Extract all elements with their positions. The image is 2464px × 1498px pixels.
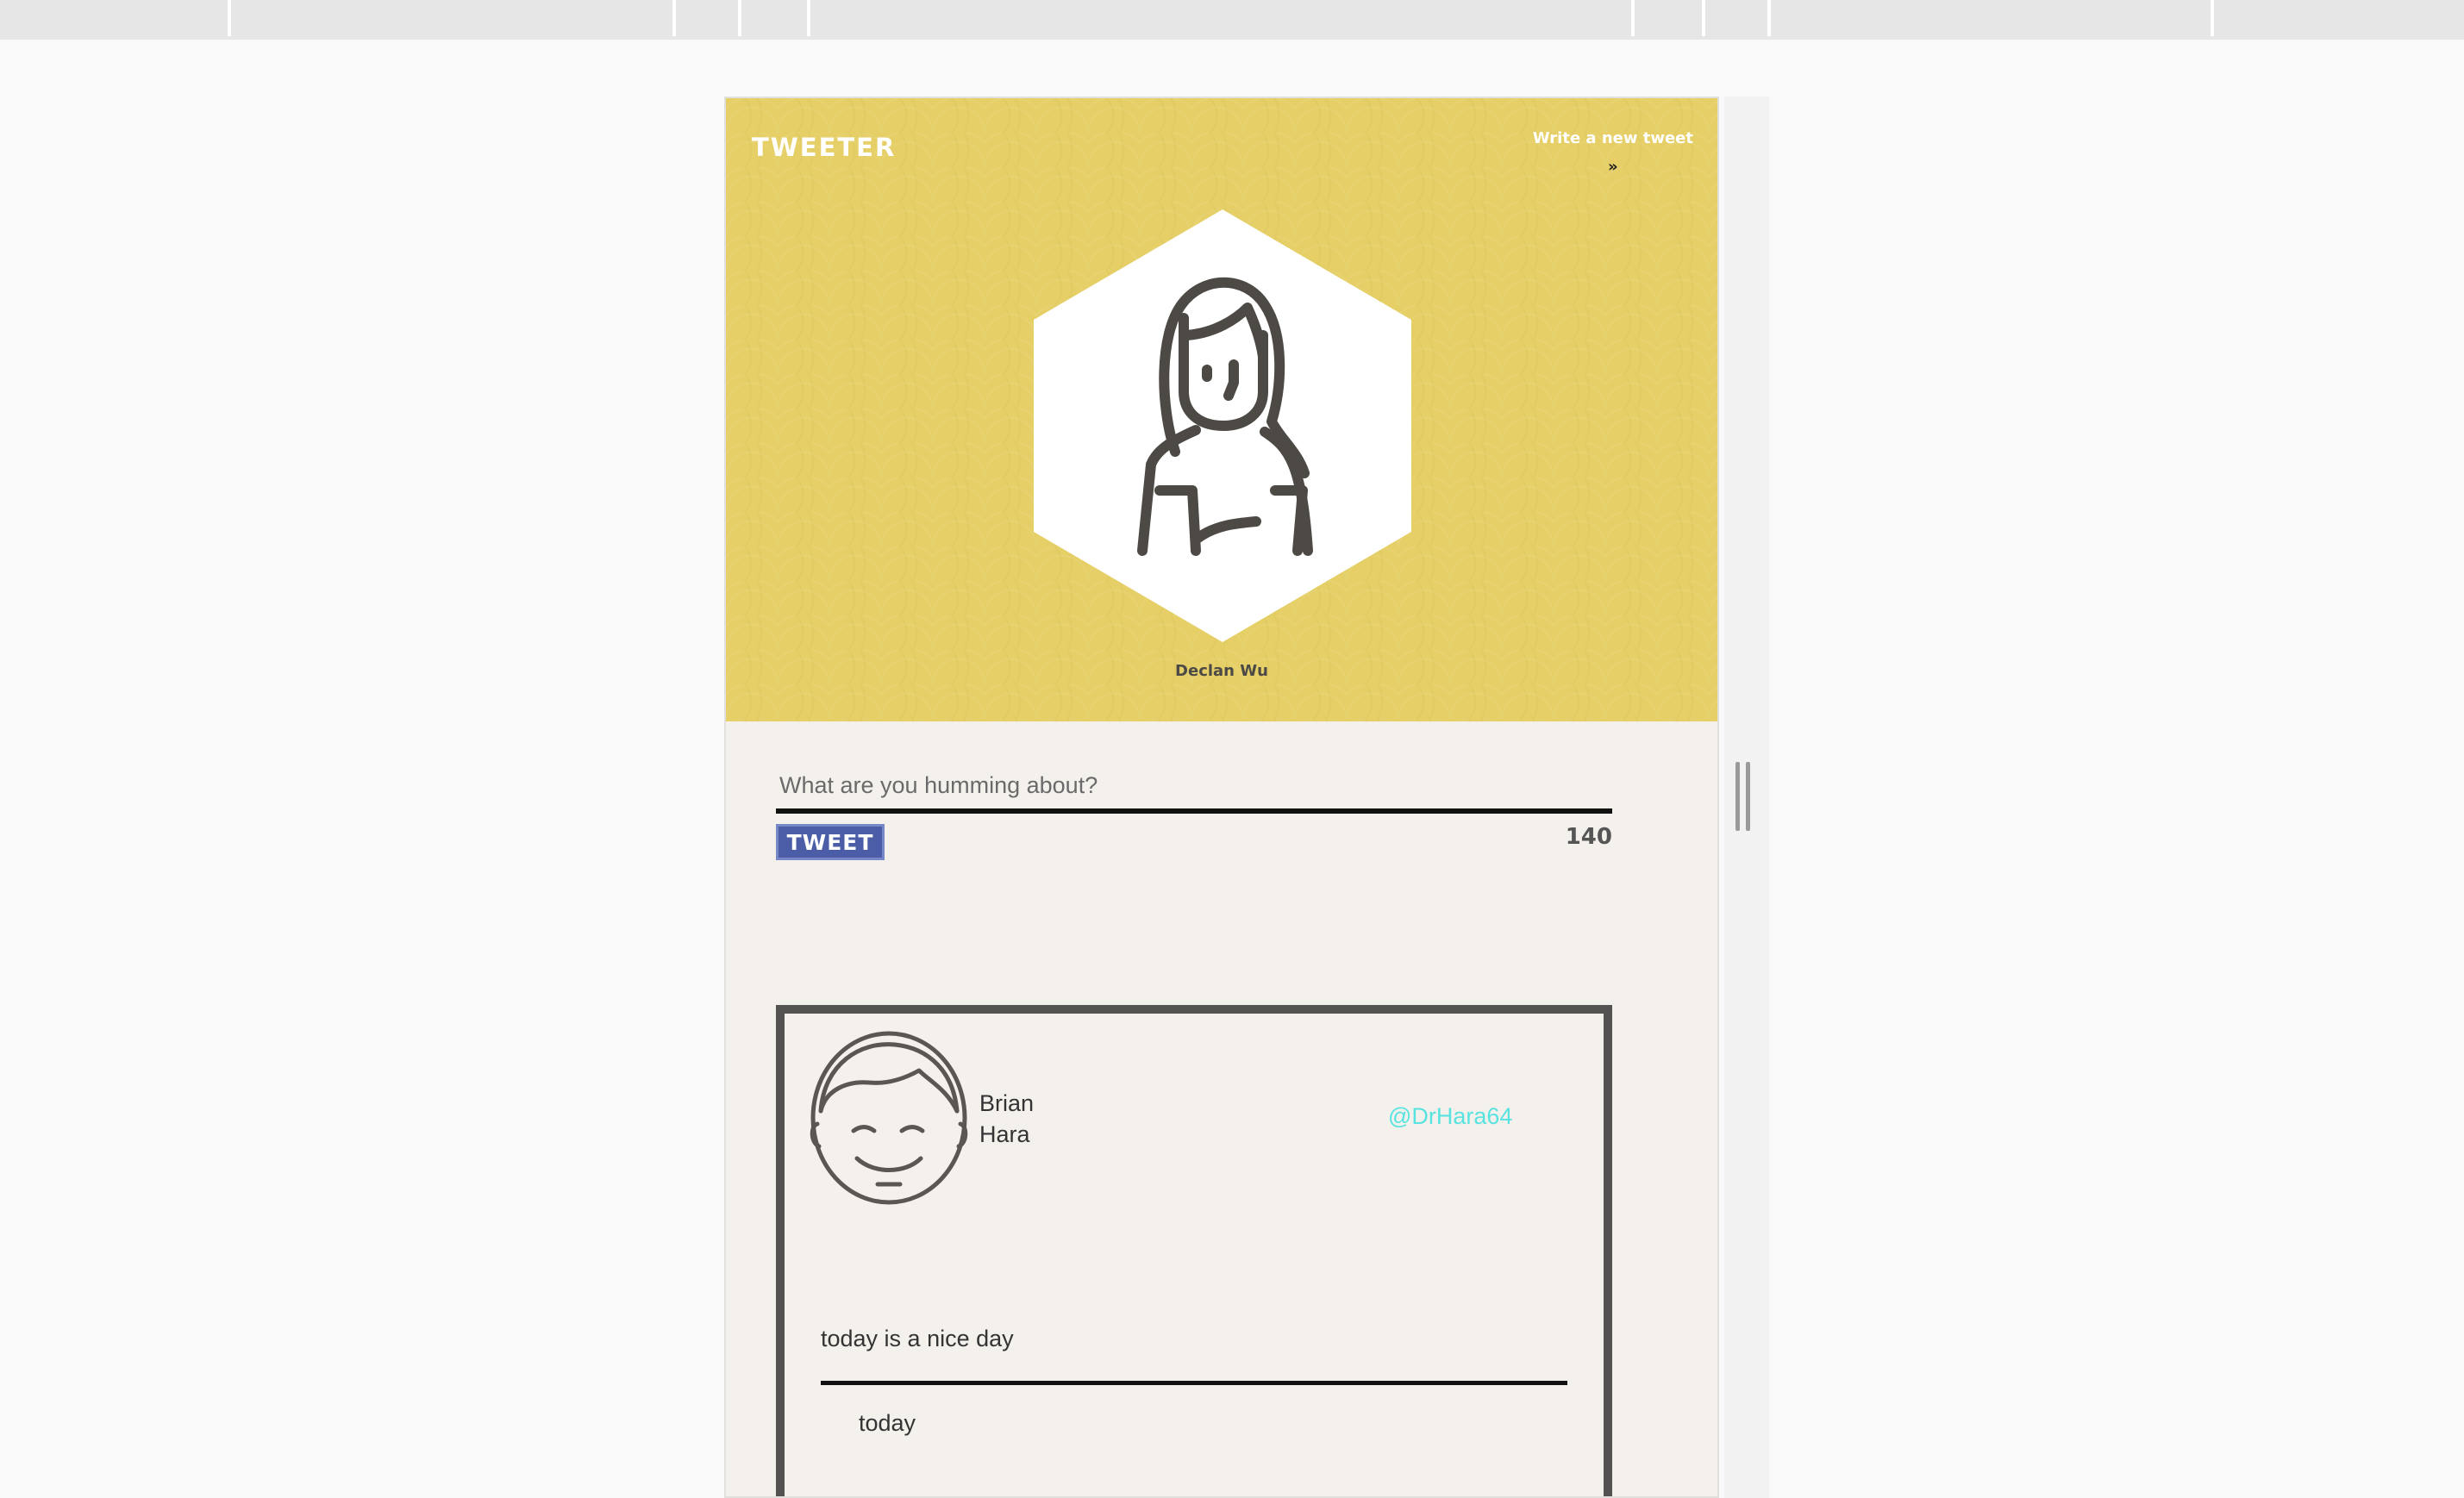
toolbar-divider bbox=[1631, 0, 1635, 36]
tweet-timestamp: today bbox=[859, 1410, 916, 1436]
resize-handle[interactable] bbox=[1735, 762, 1753, 831]
tweet-body: today is a nice day bbox=[821, 1326, 1014, 1351]
tweet-author-handle[interactable]: @DrHara64 bbox=[1388, 1103, 1512, 1130]
tweet-submit-button[interactable]: TWEET bbox=[776, 824, 885, 860]
toolbar-divider bbox=[1767, 0, 1771, 36]
toolbar-divider bbox=[228, 0, 231, 36]
write-new-tweet-toggle[interactable]: Write a new tweet » bbox=[1533, 129, 1693, 175]
char-counter: 140 bbox=[1565, 824, 1612, 850]
profile-header: TWEETER Write a new tweet » Declan Wu bbox=[726, 98, 1717, 721]
chevron-double-down-icon: » bbox=[1608, 158, 1618, 176]
man-avatar-icon bbox=[810, 1031, 968, 1205]
toolbar-divider bbox=[1702, 0, 1705, 36]
tweet-divider bbox=[821, 1381, 1567, 1385]
tweet-card: Brian Hara @DrHara64 today is a nice day… bbox=[776, 1005, 1612, 1496]
toolbar-divider bbox=[672, 0, 676, 36]
profile-user-name: Declan Wu bbox=[1175, 662, 1268, 680]
toolbar-divider bbox=[738, 0, 741, 36]
write-new-tweet-label: Write a new tweet bbox=[1532, 129, 1693, 147]
toolbar-divider bbox=[807, 0, 810, 36]
app-container: TWEETER Write a new tweet » Declan Wu Wh… bbox=[724, 97, 1719, 1498]
tweet-text-input[interactable] bbox=[776, 762, 1612, 814]
tweet-author-name: Brian Hara bbox=[979, 1090, 1035, 1147]
browser-toolbar bbox=[0, 0, 2464, 40]
app-logo[interactable]: TWEETER bbox=[752, 133, 896, 162]
new-tweet-form: TWEET 140 bbox=[776, 762, 1612, 860]
profile-avatar bbox=[1034, 209, 1411, 642]
toolbar-divider bbox=[2211, 0, 2214, 36]
